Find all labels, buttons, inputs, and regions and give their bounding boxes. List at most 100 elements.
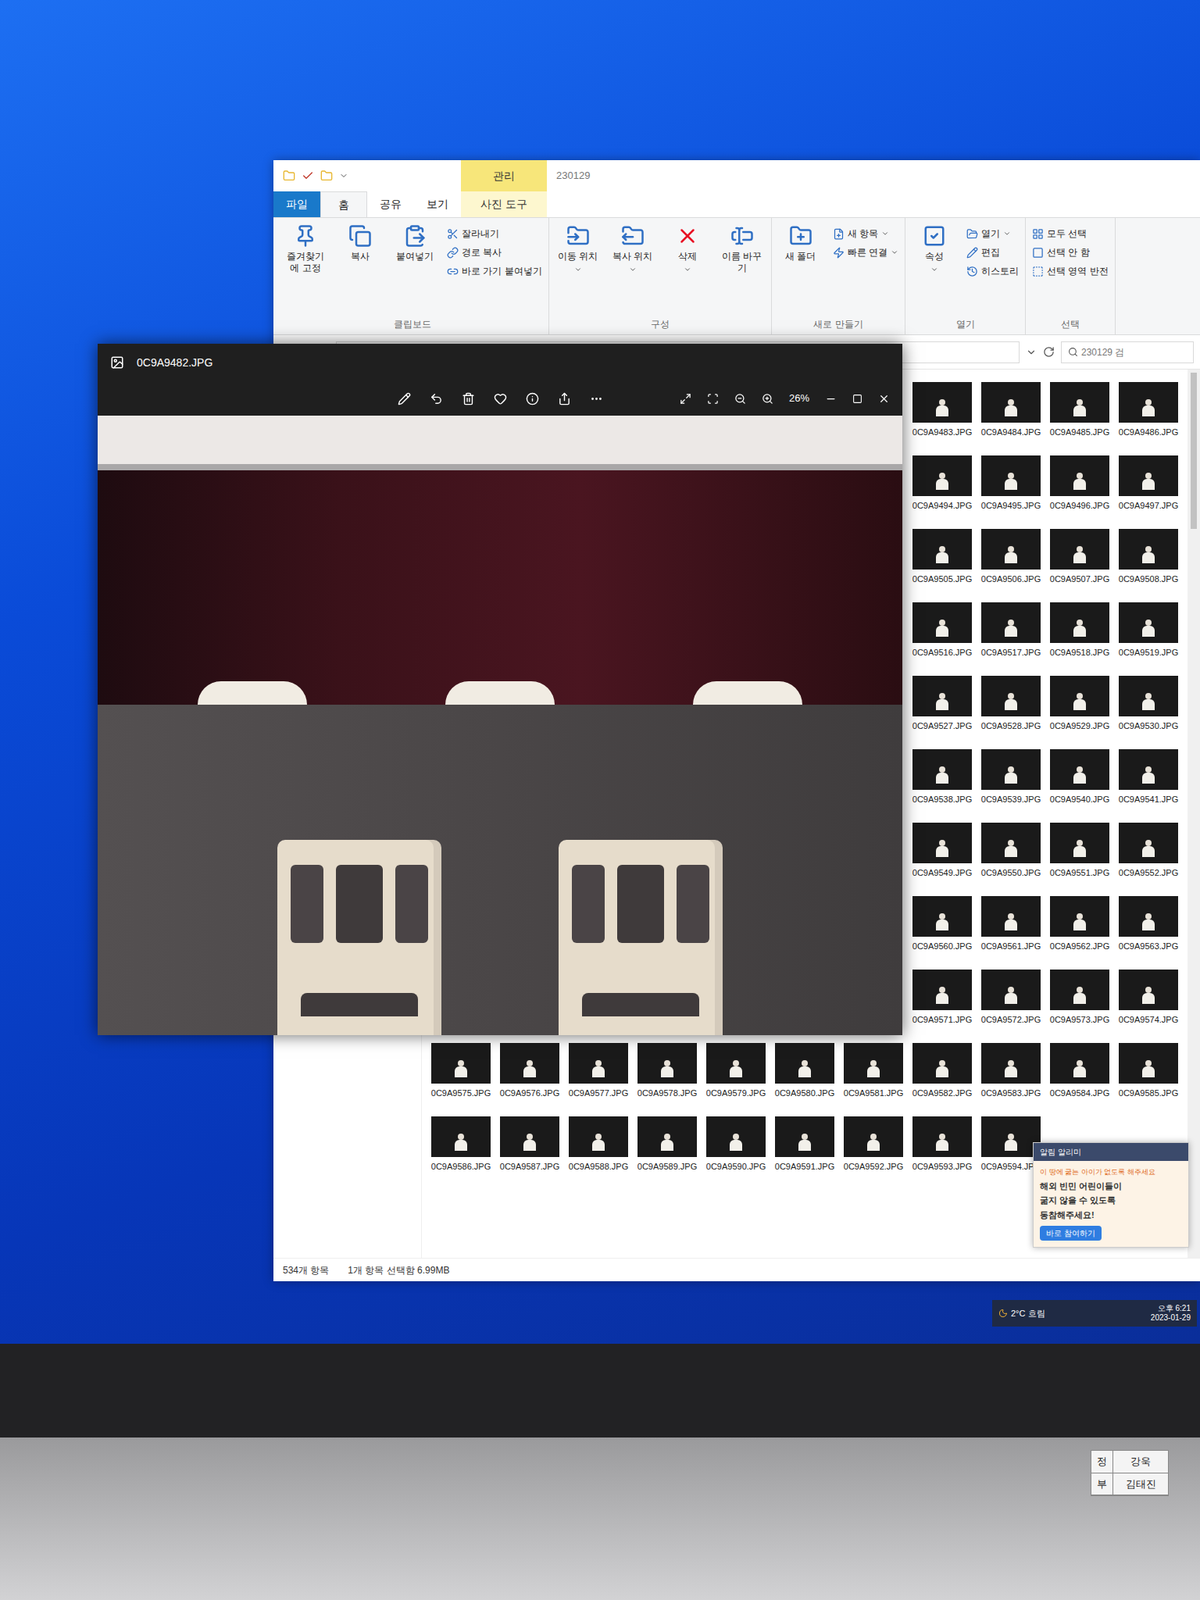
notification-button[interactable]: 바로 참여하기 xyxy=(1039,1225,1102,1241)
thumbnail[interactable]: 0C9A9484.JPG xyxy=(976,375,1046,450)
maximize-icon[interactable] xyxy=(852,393,863,404)
thumbnail[interactable]: 0C9A9574.JPG xyxy=(1114,963,1183,1037)
ribbon-small-button[interactable]: 경로 복사 xyxy=(443,242,546,262)
ribbon-small-button[interactable]: 히스토리 xyxy=(963,261,1022,281)
thumbnail[interactable]: 0C9A9581.JPG xyxy=(839,1036,908,1111)
properties-icon[interactable] xyxy=(301,169,315,183)
thumbnail[interactable]: 0C9A9527.JPG xyxy=(907,669,977,743)
thumbnail[interactable]: 0C9A9590.JPG xyxy=(701,1110,771,1184)
thumbnail[interactable]: 0C9A9529.JPG xyxy=(1045,669,1115,743)
thumbnail[interactable]: 0C9A9516.JPG xyxy=(907,596,977,670)
search-box[interactable]: 230129 검 xyxy=(1060,341,1194,364)
thumbnail[interactable]: 0C9A9541.JPG xyxy=(1114,742,1183,817)
thumbnail[interactable]: 0C9A9583.JPG xyxy=(976,1036,1046,1111)
more-icon[interactable] xyxy=(589,392,604,406)
thumbnail[interactable]: 0C9A9562.JPG xyxy=(1045,889,1115,964)
minimize-icon[interactable] xyxy=(825,392,837,405)
thumbnail[interactable]: 0C9A9589.JPG xyxy=(632,1110,702,1184)
zoom-in-icon[interactable] xyxy=(761,392,774,405)
thumbnail[interactable]: 0C9A9519.JPG xyxy=(1114,596,1183,670)
thumbnail[interactable]: 0C9A9539.JPG xyxy=(976,742,1046,817)
thumbnail[interactable]: 0C9A9530.JPG xyxy=(1114,669,1183,743)
ribbon-small-button[interactable]: 바로 가기 붙여넣기 xyxy=(443,261,546,281)
thumbnail[interactable]: 0C9A9579.JPG xyxy=(701,1036,771,1111)
thumbnail[interactable]: 0C9A9577.JPG xyxy=(564,1036,633,1111)
thumbnail[interactable]: 0C9A9552.JPG xyxy=(1114,816,1183,890)
zoom-out-icon[interactable] xyxy=(734,392,747,405)
ribbon-tab[interactable]: 파일 xyxy=(273,191,321,218)
thumbnail[interactable]: 0C9A9572.JPG xyxy=(976,963,1046,1037)
thumbnail[interactable]: 0C9A9585.JPG xyxy=(1114,1036,1183,1111)
ribbon-small-button[interactable]: 선택 영역 반전 xyxy=(1028,261,1112,281)
thumbnail[interactable]: 0C9A9495.JPG xyxy=(976,449,1046,523)
thumbnail[interactable]: 0C9A9497.JPG xyxy=(1114,449,1183,523)
thumbnail[interactable]: 0C9A9578.JPG xyxy=(632,1036,702,1111)
thumbnail[interactable]: 0C9A9517.JPG xyxy=(976,596,1046,670)
thumbnail[interactable]: 0C9A9560.JPG xyxy=(907,889,977,964)
thumbnail[interactable]: 0C9A9563.JPG xyxy=(1114,889,1183,964)
thumbnail[interactable]: 0C9A9485.JPG xyxy=(1045,375,1115,450)
thumbnail[interactable]: 0C9A9582.JPG xyxy=(907,1036,977,1111)
thumbnail[interactable]: 0C9A9571.JPG xyxy=(907,963,977,1037)
actual-size-icon[interactable] xyxy=(707,392,719,405)
ribbon-tab[interactable]: 사진 도구 xyxy=(460,191,547,218)
thumbnail[interactable]: 0C9A9508.JPG xyxy=(1114,522,1183,597)
ribbon-small-button[interactable]: 편집 xyxy=(963,242,1022,262)
ribbon-button[interactable]: 이동 위치 xyxy=(552,217,604,274)
thumbnail[interactable]: 0C9A9588.JPG xyxy=(564,1110,633,1184)
close-icon[interactable] xyxy=(878,392,890,405)
thumbnail[interactable]: 0C9A9551.JPG xyxy=(1045,816,1115,890)
thumbnail[interactable]: 0C9A9591.JPG xyxy=(770,1110,840,1184)
thumbnail[interactable]: 0C9A9592.JPG xyxy=(839,1110,908,1184)
thumbnail[interactable]: 0C9A9528.JPG xyxy=(976,669,1046,743)
thumbnail[interactable]: 0C9A9550.JPG xyxy=(976,816,1046,890)
thumbnail[interactable]: 0C9A9507.JPG xyxy=(1045,522,1115,597)
ribbon-small-button[interactable]: 모두 선택 xyxy=(1028,224,1112,243)
thumbnail[interactable]: 0C9A9496.JPG xyxy=(1045,449,1115,523)
scrollbar[interactable] xyxy=(1187,369,1200,1258)
notification-popup[interactable]: 알림 알리미이 땅에 굶는 아이가 없도록 해주세요해외 빈민 어린이들이굶지 … xyxy=(1032,1142,1190,1248)
ribbon-small-button[interactable]: 선택 안 함 xyxy=(1028,242,1112,262)
favorite-icon[interactable] xyxy=(493,392,508,406)
ribbon-button[interactable]: 이름 바꾸기 xyxy=(716,217,768,275)
ribbon-small-button[interactable]: 잘라내기 xyxy=(443,224,546,243)
refresh-icon[interactable] xyxy=(1042,346,1055,358)
thumbnail[interactable]: 0C9A9505.JPG xyxy=(907,522,977,597)
thumbnail[interactable]: 0C9A9506.JPG xyxy=(976,522,1046,597)
fullscreen-icon[interactable] xyxy=(679,392,692,405)
info-icon[interactable] xyxy=(525,392,540,406)
thumbnail[interactable]: 0C9A9576.JPG xyxy=(495,1036,565,1111)
thumbnail[interactable]: 0C9A9518.JPG xyxy=(1045,596,1115,670)
thumbnail[interactable]: 0C9A9575.JPG xyxy=(426,1036,496,1111)
thumbnail[interactable]: 0C9A9561.JPG xyxy=(976,889,1046,964)
ribbon-tab[interactable]: 홈 xyxy=(320,191,368,218)
ribbon-button[interactable]: 붙여넣기 xyxy=(389,217,441,263)
ribbon-button[interactable]: 복사 위치 xyxy=(607,217,659,274)
thumbnail[interactable]: 0C9A9494.JPG xyxy=(907,449,977,523)
ribbon-small-button[interactable]: 새 항목 xyxy=(829,224,902,243)
thumbnail[interactable]: 0C9A9549.JPG xyxy=(907,816,977,890)
ribbon-button[interactable]: 새 폴더 xyxy=(775,217,827,263)
thumbnail[interactable]: 0C9A9580.JPG xyxy=(770,1036,840,1111)
ribbon-button[interactable]: 삭제 xyxy=(661,217,714,274)
history-icon[interactable] xyxy=(1025,346,1037,358)
ribbon-button[interactable]: 복사 xyxy=(334,217,386,263)
ribbon-small-button[interactable]: 빠른 연결 xyxy=(829,242,902,262)
thumbnail[interactable]: 0C9A9586.JPG xyxy=(426,1110,496,1184)
customize-icon[interactable] xyxy=(339,171,349,181)
new-folder-icon[interactable] xyxy=(320,169,333,183)
rotate-icon[interactable] xyxy=(429,392,443,406)
ribbon-button[interactable]: 속성 xyxy=(908,217,961,274)
thumbnail[interactable]: 0C9A9587.JPG xyxy=(495,1110,565,1184)
thumbnail[interactable]: 0C9A9573.JPG xyxy=(1045,963,1115,1037)
delete-icon[interactable] xyxy=(461,392,475,406)
edit-icon[interactable] xyxy=(397,392,411,406)
ribbon-small-button[interactable]: 열기 xyxy=(963,224,1022,243)
thumbnail[interactable]: 0C9A9593.JPG xyxy=(907,1110,977,1184)
thumbnail[interactable]: 0C9A9584.JPG xyxy=(1045,1036,1115,1111)
thumbnail[interactable]: 0C9A9486.JPG xyxy=(1114,375,1183,450)
ribbon-tab[interactable]: 공유 xyxy=(367,191,415,218)
ribbon-tab[interactable]: 보기 xyxy=(414,191,461,218)
share-icon[interactable] xyxy=(557,392,572,406)
thumbnail[interactable]: 0C9A9538.JPG xyxy=(907,742,977,817)
